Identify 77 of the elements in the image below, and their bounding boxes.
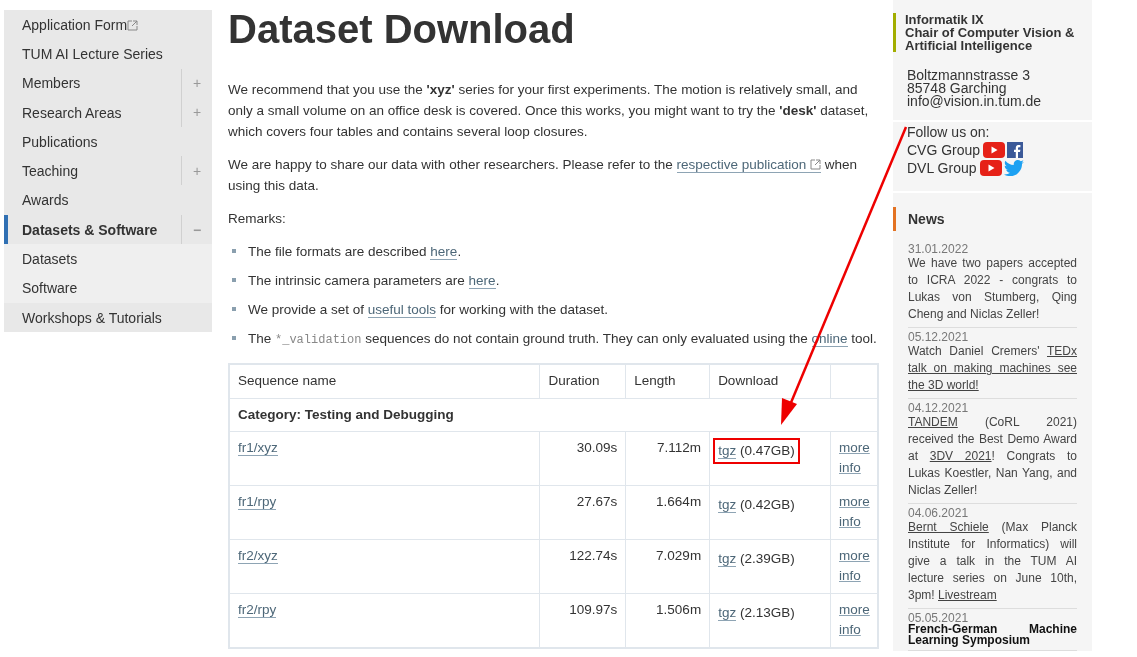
length-text: 1.506m xyxy=(656,602,702,617)
download-link[interactable]: tgz xyxy=(718,443,737,459)
link[interactable]: TANDEM xyxy=(908,415,958,429)
duration-text: 30.09s xyxy=(576,440,618,455)
institute-title: Informatik IX Chair of Computer Vision & Artificial Intelligence xyxy=(893,13,1092,52)
duration-text: 122.74s xyxy=(569,548,618,563)
sidebar-item[interactable]: Members + xyxy=(4,68,212,98)
size-text: (2.39GB) xyxy=(739,551,795,566)
news-date: 04.06.2021 xyxy=(908,507,970,519)
column-header: Download xyxy=(709,364,831,399)
sequence-link[interactable]: fr2/rpy xyxy=(238,602,277,618)
follow-label: Follow us on: xyxy=(907,123,991,141)
sequence-link[interactable]: fr1/rpy xyxy=(238,494,277,510)
news-text: TANDEM (CoRL 2021) received the Best Demo Award at 3DV 2021! Congrats to Lukas Koestler, Nan Yang, and Niclas Zeller! xyxy=(908,414,1077,499)
news-date: 05.05.2021 xyxy=(908,612,969,624)
duration-text: 109.97s xyxy=(569,602,618,617)
news-heading: News xyxy=(893,207,1092,231)
news-date: 05.12.2021 xyxy=(908,331,970,343)
paragraph: Remarks: xyxy=(228,210,287,228)
news-text: Bernt Schiele (Max Planck Institute for Informatics) will give a talk in the TUM AI lecture series on June 10th, 3pm! Livestream xyxy=(908,519,1077,604)
paragraph: We are happy to share our data with other researchers. Please refer to the respective publication when using this data. xyxy=(228,156,859,195)
link[interactable]: 3DV 2021 xyxy=(929,449,992,463)
page-title: Dataset Download xyxy=(228,8,576,50)
size-text: (2.13GB) xyxy=(739,605,795,620)
length-text: 7.112m xyxy=(657,440,702,455)
download-link[interactable]: tgz xyxy=(718,497,737,513)
category-label: Category: Testing and Debugging xyxy=(238,407,454,422)
link[interactable]: here xyxy=(430,244,458,260)
address-text: Boltzmannstrasse 3 85748 Garching info@vision.in.tum.de xyxy=(906,69,1043,108)
paragraph: We recommend that you use the 'xyz' series for your first experiments. The motion is relatively small, and only a small volume on an office desk is covered. Once this works, you might want to try the 'desk' dataset, which covers four tables and contains several loop closures. xyxy=(228,81,870,141)
list-item-text: The intrinsic camera parameters are here. xyxy=(248,272,500,291)
bullet-icon xyxy=(232,278,236,282)
sidebar-item[interactable]: Awards xyxy=(4,185,212,216)
bullet-icon xyxy=(232,336,236,340)
column-header: Duration xyxy=(539,364,626,399)
size-text: (0.42GB) xyxy=(739,497,795,512)
bullet-icon xyxy=(232,249,236,253)
sidebar-item[interactable]: Workshops & Tutorials xyxy=(4,302,212,333)
news-text: Watch Daniel Cremers' TEDx talk on making machines see the 3D world! xyxy=(908,343,1077,394)
group-name: CVG Group xyxy=(907,141,981,159)
sidebar-item[interactable]: Application Form xyxy=(4,10,212,40)
download-link[interactable]: tgz xyxy=(718,551,737,567)
column-header: Length xyxy=(625,364,710,399)
link[interactable]: the 3D world! xyxy=(908,378,979,392)
youtube-icon[interactable] xyxy=(979,160,1002,176)
link[interactable]: useful tools xyxy=(367,302,437,318)
sidebar-item[interactable]: Research Areas + xyxy=(4,97,212,128)
link[interactable]: respective publication xyxy=(676,157,822,173)
news-text: We have two papers accepted to ICRA 2022 - congrats to Lukas von Stumberg, Qing Cheng and Niclas Zeller! xyxy=(908,255,1077,323)
news-date: 04.12.2021 xyxy=(908,402,970,414)
news-headline: French-German Machine Learning Symposium xyxy=(908,624,1077,646)
length-text: 1.664m xyxy=(656,494,702,509)
duration-text: 27.67s xyxy=(576,494,618,509)
list-item-text: The file formats are described here. xyxy=(248,243,462,262)
size-text: (0.47GB) xyxy=(739,443,795,458)
sidebar-item[interactable]: TUM AI Lecture Series xyxy=(4,39,212,69)
youtube-icon[interactable] xyxy=(983,142,1006,158)
link[interactable]: TEDx xyxy=(1047,344,1077,358)
link[interactable]: talk on making machines see xyxy=(908,361,1077,375)
length-text: 7.029m xyxy=(656,548,702,563)
facebook-icon[interactable] xyxy=(1007,142,1024,158)
list-item-text: We provide a set of useful tools for working with the dataset. xyxy=(248,301,608,320)
bullet-icon xyxy=(232,307,236,311)
external-link-icon xyxy=(810,159,822,170)
download-link[interactable]: tgz xyxy=(718,605,737,621)
link[interactable]: Bernt Schiele xyxy=(908,520,989,534)
sidebar-item[interactable]: Publications xyxy=(4,127,212,157)
column-header: Sequence name xyxy=(229,364,540,399)
link[interactable]: Livestream xyxy=(938,588,997,602)
link[interactable]: here xyxy=(468,273,496,289)
sidebar-subitem[interactable]: Datasets xyxy=(4,244,212,274)
sequence-link[interactable]: fr1/xyz xyxy=(238,440,278,456)
news-date: 31.01.2022 xyxy=(908,243,970,255)
group-name: DVL Group xyxy=(907,159,977,177)
sidebar-item[interactable]: Teaching + xyxy=(4,156,212,186)
sequence-link[interactable]: fr2/xyz xyxy=(238,548,278,564)
sidebar-subitem[interactable]: Software xyxy=(4,273,212,303)
